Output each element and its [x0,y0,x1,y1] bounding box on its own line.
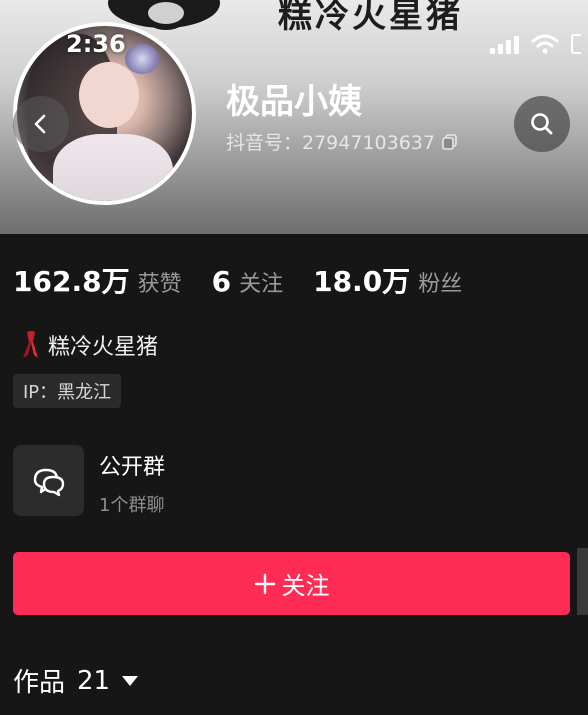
banner-text: 糕冷火星猪 [278,0,463,36]
bio-text: 糕冷火星猪 [48,335,159,360]
stat-label: 关注 [239,272,284,297]
copy-icon[interactable] [441,133,459,151]
search-icon [531,113,553,135]
profile-name: 极品小姨 [226,82,362,122]
douyin-id-text: 抖音号：27947103637 [226,132,435,154]
cellular-signal-icon [490,34,519,54]
group-chat-icon-box [13,445,84,516]
douyin-id: 抖音号：27947103637 [226,128,459,155]
chat-bubbles-icon [33,468,64,496]
follow-button-label: 关注 [281,572,330,600]
works-tab[interactable]: 作品 21 [13,662,139,699]
plus-icon [254,573,275,594]
group-subtitle: 1个群聊 [99,495,165,516]
profile-bio: 糕冷火星猪 [18,329,158,361]
works-label: 作品 [13,668,66,698]
stat-value: 6 [211,265,232,298]
status-time: 2:36 [66,30,126,58]
stat-value: 162.8万 [13,265,130,298]
profile-header: 糕冷火星猪 2:36 极品小姨 抖音号：27947103637 [0,0,588,234]
stat-label: 粉丝 [418,272,463,297]
back-button[interactable] [13,96,69,152]
stat-value: 18.0万 [313,265,411,298]
ip-location-tag: IP：黑龙江 [13,374,122,408]
works-count: 21 [77,665,111,696]
stat-followers[interactable]: 18.0万 粉丝 [313,260,462,300]
follow-button[interactable]: 关注 [13,552,570,615]
search-button[interactable] [514,96,570,152]
public-group-entry[interactable]: 公开群 1个群聊 [13,445,165,517]
stat-likes[interactable]: 162.8万 获赞 [13,260,182,300]
stat-following[interactable]: 6 关注 [212,265,284,298]
wifi-icon [531,34,559,54]
status-bar [490,34,581,54]
profile-stats: 162.8万 获赞 6 关注 18.0万 粉丝 [13,260,492,300]
group-title: 公开群 [99,455,166,480]
edge-panel [577,548,588,615]
stat-label: 获赞 [137,272,182,297]
chevron-left-icon [34,114,46,134]
battery-icon [571,34,581,54]
ribbon-icon [23,331,38,358]
caret-down-icon [122,675,139,686]
